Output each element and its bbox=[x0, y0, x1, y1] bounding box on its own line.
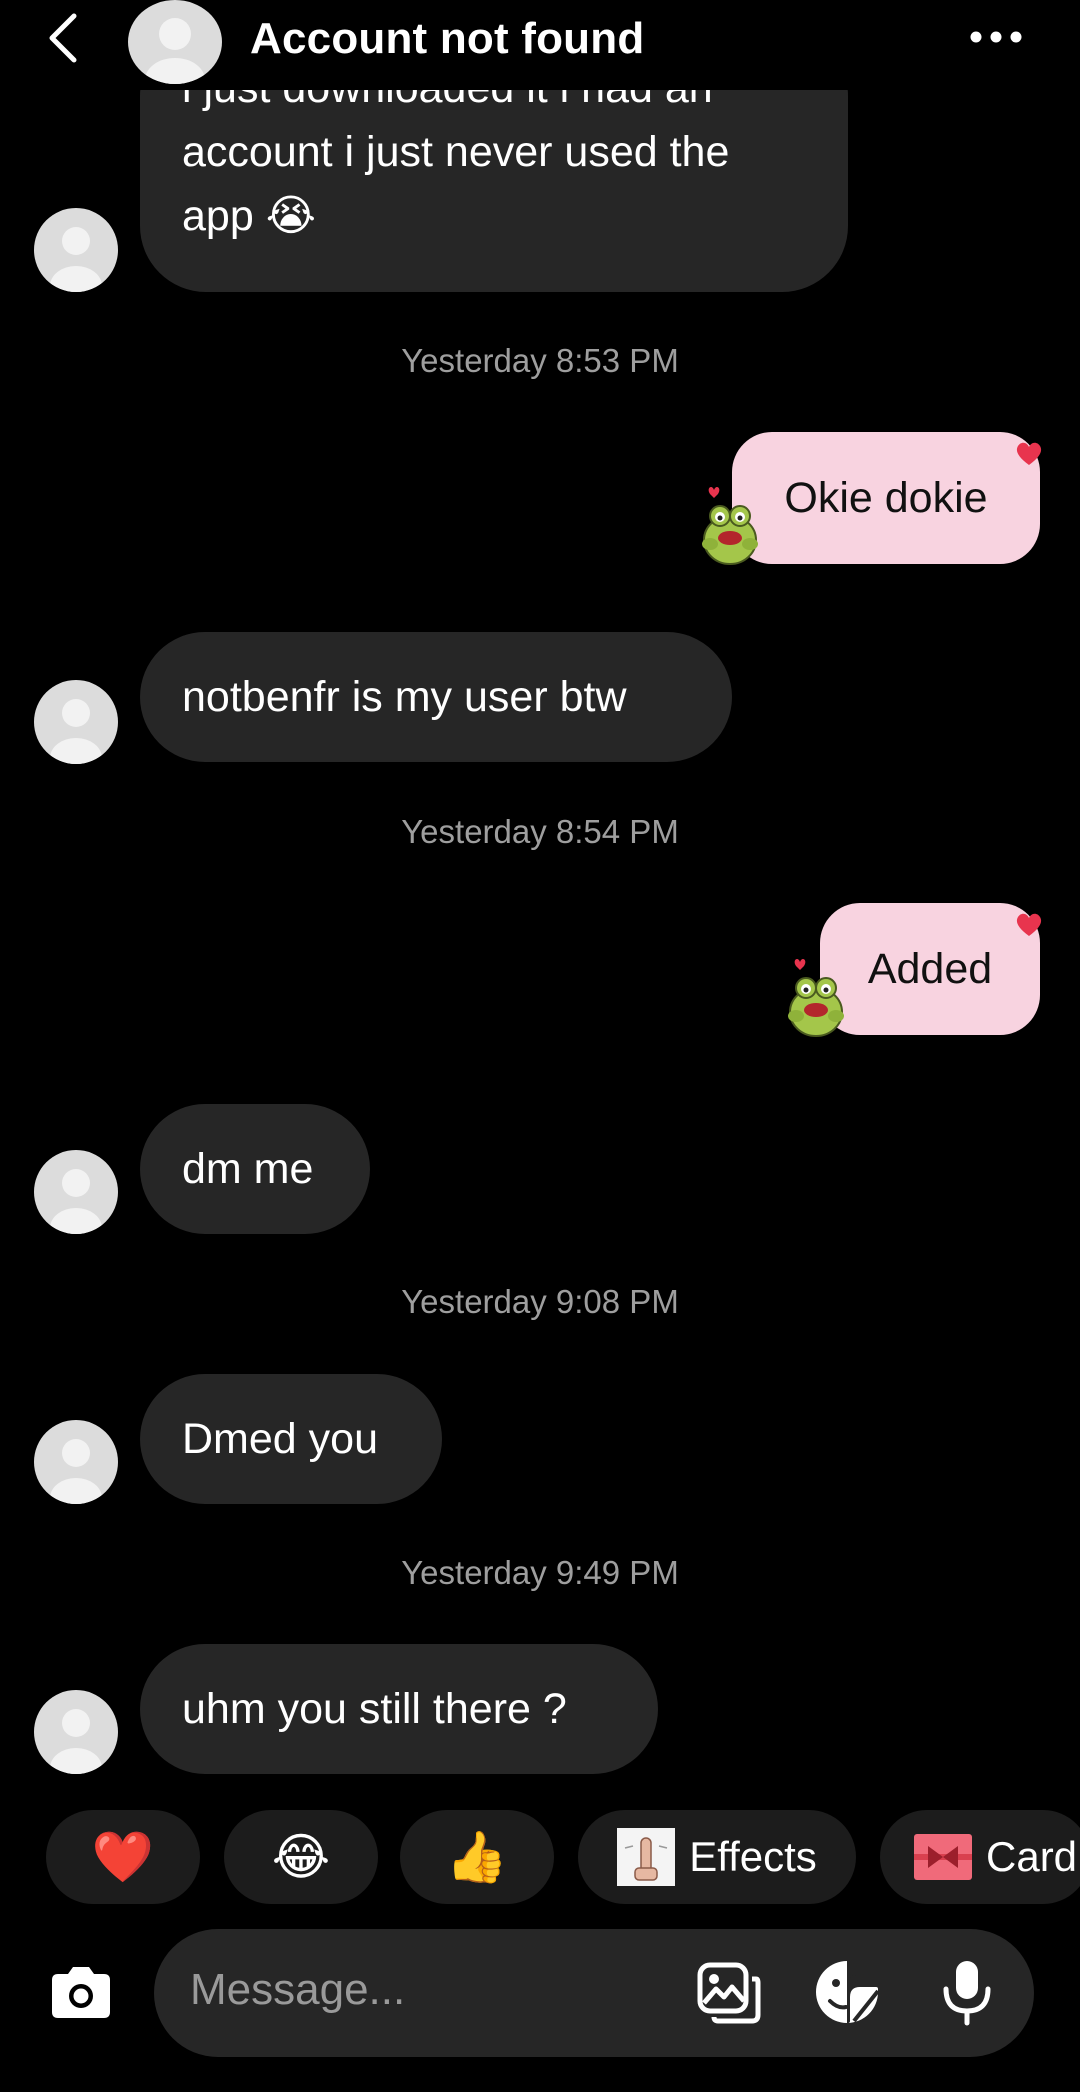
card-label: Card bbox=[986, 1833, 1078, 1880]
message-text-line: app 😭 bbox=[182, 192, 316, 240]
sticker-icon[interactable] bbox=[812, 1957, 882, 2027]
incoming-message-2[interactable]: notbenfr is my user btw bbox=[140, 632, 732, 762]
gift-card-icon bbox=[914, 1834, 972, 1880]
heart-reaction-icon bbox=[1016, 442, 1042, 465]
effects-button[interactable]: Effects bbox=[578, 1810, 856, 1904]
incoming-message-1[interactable]: i just downloaded it i had an account i … bbox=[140, 90, 848, 292]
timestamp: Yesterday 8:54 PM bbox=[401, 813, 679, 850]
sender-avatar[interactable] bbox=[34, 1150, 118, 1234]
conversation-title[interactable]: Account not found bbox=[250, 14, 644, 64]
incoming-message-3[interactable]: dm me bbox=[140, 1104, 370, 1234]
chat-header: Account not found bbox=[0, 0, 1080, 90]
back-arrow-icon[interactable] bbox=[44, 8, 84, 68]
frog-sticker-icon bbox=[788, 959, 844, 1037]
incoming-message-4[interactable]: Dmed you bbox=[140, 1374, 442, 1504]
default-avatar-icon bbox=[34, 1420, 118, 1504]
quick-reaction-heart[interactable]: ❤️ bbox=[46, 1810, 200, 1904]
more-options-icon[interactable] bbox=[966, 22, 1026, 52]
effects-thumbnail-icon bbox=[617, 1828, 676, 1886]
quick-reaction-thumbs-up[interactable]: 👍 bbox=[400, 1810, 554, 1904]
effects-label: Effects bbox=[689, 1833, 817, 1880]
frog-sticker-icon bbox=[702, 487, 758, 565]
outgoing-message-1[interactable]: Okie dokie bbox=[732, 432, 1040, 564]
quick-reaction-laugh[interactable]: 😂 bbox=[224, 1810, 378, 1904]
microphone-icon[interactable] bbox=[932, 1957, 1002, 2027]
header-avatar[interactable] bbox=[128, 0, 222, 84]
message-input[interactable]: Message... bbox=[190, 1965, 405, 2015]
sender-avatar[interactable] bbox=[34, 1690, 118, 1774]
message-text-line: i just downloaded it i had an bbox=[182, 90, 806, 120]
timestamp: Yesterday 8:53 PM bbox=[401, 342, 679, 379]
crying-emoji: 😭 bbox=[265, 192, 316, 240]
message-text-line: account i just never used the bbox=[182, 128, 730, 176]
gallery-icon[interactable] bbox=[694, 1957, 764, 2027]
default-avatar-icon bbox=[34, 1690, 118, 1774]
message-bubble: i just downloaded it i had an account i … bbox=[140, 90, 848, 292]
default-avatar-icon bbox=[34, 208, 118, 292]
incoming-message-5[interactable]: uhm you still there ? bbox=[140, 1644, 658, 1774]
camera-icon[interactable] bbox=[46, 1958, 116, 2028]
default-avatar-icon bbox=[34, 1150, 118, 1234]
timestamp: Yesterday 9:49 PM bbox=[401, 1554, 679, 1591]
default-avatar-icon bbox=[128, 0, 222, 84]
default-avatar-icon bbox=[34, 680, 118, 764]
timestamp: Yesterday 9:08 PM bbox=[401, 1283, 679, 1320]
message-composer[interactable]: Message... bbox=[154, 1929, 1034, 2057]
sender-avatar[interactable] bbox=[34, 208, 118, 292]
sender-avatar[interactable] bbox=[34, 680, 118, 764]
outgoing-message-2[interactable]: Added bbox=[820, 903, 1040, 1035]
card-button[interactable]: Card bbox=[880, 1810, 1080, 1904]
sender-avatar[interactable] bbox=[34, 1420, 118, 1504]
heart-reaction-icon bbox=[1016, 913, 1042, 936]
